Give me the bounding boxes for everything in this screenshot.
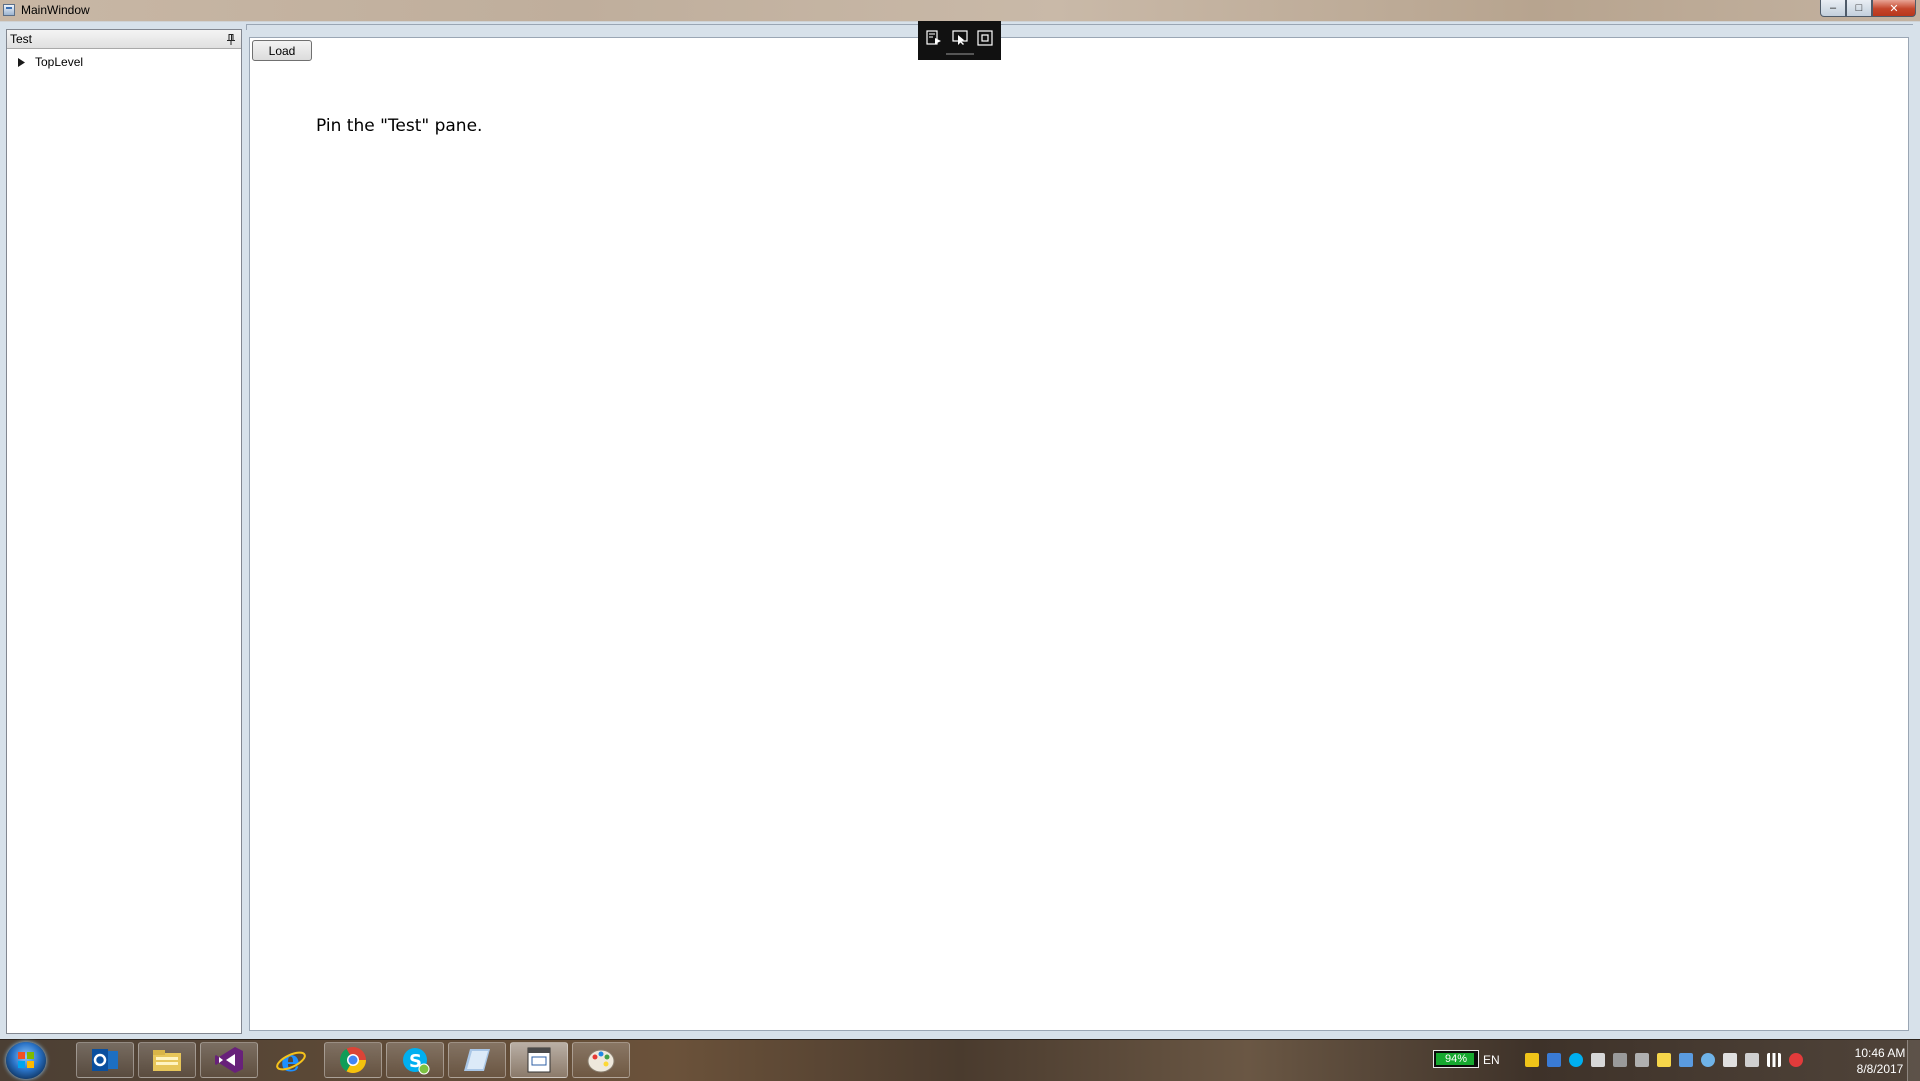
load-button[interactable]: Load	[252, 40, 312, 61]
security-icon[interactable]	[1525, 1053, 1539, 1067]
taskbar-notepad[interactable]	[448, 1042, 506, 1078]
skype-icon: S	[403, 1048, 430, 1075]
paint-icon	[587, 1049, 615, 1073]
clock[interactable]: 10:46 AM 8/8/2017	[1844, 1045, 1916, 1077]
power-icon[interactable]	[1745, 1053, 1759, 1067]
pane-title: Test	[10, 32, 33, 46]
internet-explorer-icon: e	[276, 1045, 306, 1075]
signal-icon[interactable]	[1767, 1053, 1781, 1067]
skype-tray-icon[interactable]	[1569, 1053, 1583, 1067]
close-icon: ✕	[1889, 2, 1899, 15]
language-indicator[interactable]: EN	[1483, 1053, 1500, 1067]
cloud-icon[interactable]	[1679, 1053, 1693, 1067]
pane-header[interactable]: Test	[7, 30, 241, 49]
instruction-text: Pin the "Test" pane.	[316, 116, 483, 136]
pin-button[interactable]	[225, 32, 237, 46]
taskbar-internet-explorer[interactable]: e	[262, 1042, 320, 1078]
taskbar-skype[interactable]: S	[386, 1042, 444, 1078]
outlook-tray-icon[interactable]	[1547, 1053, 1561, 1067]
close-button[interactable]: ✕	[1872, 0, 1916, 17]
battery-indicator[interactable]: 94%	[1433, 1050, 1479, 1068]
taskbar-explorer[interactable]	[138, 1042, 196, 1078]
taskbar-paint[interactable]	[572, 1042, 630, 1078]
network-globe-icon[interactable]	[1701, 1053, 1715, 1067]
taskbar: e S 94% EN 10:46 AM 8/8/2017	[0, 1039, 1920, 1081]
notepad-icon	[464, 1049, 490, 1071]
toolbar-grip[interactable]	[946, 53, 974, 55]
select-element-icon[interactable]	[951, 29, 969, 47]
test-pane: Test TopLevel	[6, 29, 242, 1034]
caption-buttons: – □ ✕	[1820, 0, 1916, 17]
clock-time: 10:46 AM	[1854, 1046, 1906, 1060]
expand-arrow-icon[interactable]	[15, 56, 27, 68]
layout-adorner-icon[interactable]	[976, 29, 994, 47]
taskbar-chrome[interactable]	[324, 1042, 382, 1078]
battery-percent: 94%	[1444, 1053, 1468, 1065]
flag-icon[interactable]	[1657, 1053, 1671, 1067]
tray-icons	[1525, 1053, 1803, 1067]
show-desktop-button[interactable]	[1907, 1040, 1920, 1081]
taskbar-outlook[interactable]	[76, 1042, 134, 1078]
floating-toolbar	[918, 21, 1001, 60]
minimize-icon: –	[1829, 2, 1837, 14]
app-icon[interactable]	[3, 4, 15, 16]
usb-tray-icon[interactable]	[1635, 1053, 1649, 1067]
document-tab-strip	[246, 24, 1913, 30]
chrome-icon	[339, 1047, 367, 1074]
taskbar-calendar[interactable]	[510, 1042, 568, 1078]
volume-muted-icon[interactable]	[1789, 1053, 1803, 1067]
visual-tree-icon[interactable]	[925, 29, 943, 47]
main-window: MainWindow – □ ✕ Test TopLevel Load Pin …	[0, 0, 1920, 1039]
svg-text:e: e	[281, 1045, 300, 1075]
file-explorer-icon	[153, 1050, 181, 1071]
bluetooth-icon[interactable]	[1723, 1053, 1737, 1067]
calendar-app-icon	[527, 1047, 551, 1073]
pin-icon	[227, 33, 235, 45]
start-button[interactable]	[6, 1042, 46, 1079]
window-tray-icon[interactable]	[1591, 1053, 1605, 1067]
clock-date: 8/8/2017	[1856, 1062, 1904, 1076]
window-title: MainWindow	[21, 3, 90, 17]
maximize-icon: □	[1855, 2, 1863, 14]
tree-item-label: TopLevel	[35, 55, 84, 69]
tree-item-toplevel[interactable]: TopLevel	[15, 54, 83, 70]
taskbar-visual-studio[interactable]	[200, 1042, 258, 1078]
maximize-button[interactable]: □	[1846, 0, 1872, 17]
device-tray-icon[interactable]	[1613, 1053, 1627, 1067]
title-bar[interactable]: MainWindow – □ ✕	[0, 0, 1920, 21]
visual-studio-icon	[215, 1047, 243, 1073]
document-area	[249, 37, 1909, 1031]
outlook-icon	[92, 1049, 118, 1071]
minimize-button[interactable]: –	[1820, 0, 1846, 17]
